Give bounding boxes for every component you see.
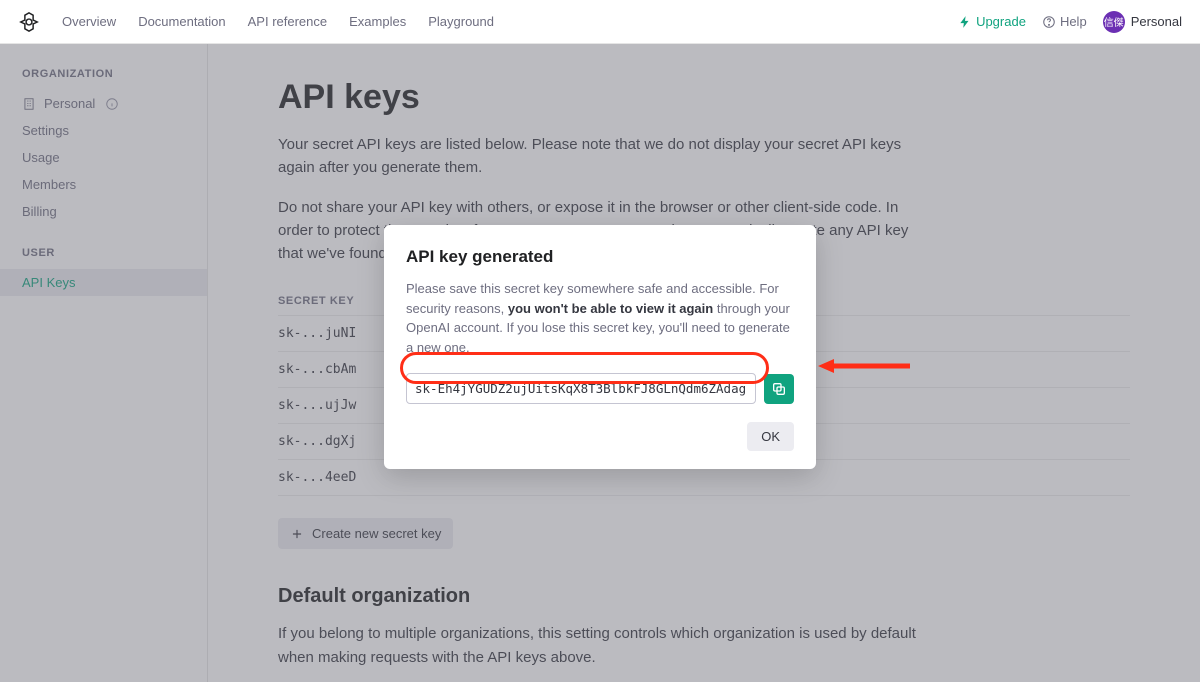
- copy-key-button[interactable]: [764, 374, 794, 404]
- nav-examples[interactable]: Examples: [349, 14, 406, 29]
- nav-documentation[interactable]: Documentation: [138, 14, 225, 29]
- generated-key-input[interactable]: [406, 373, 756, 404]
- openai-logo-icon: [18, 11, 40, 33]
- nav-playground[interactable]: Playground: [428, 14, 494, 29]
- help-icon: [1042, 15, 1056, 29]
- api-key-generated-modal: API key generated Please save this secre…: [384, 225, 816, 469]
- bolt-icon: [958, 15, 972, 29]
- nav-overview[interactable]: Overview: [62, 14, 116, 29]
- account-menu[interactable]: 信傑 Personal: [1103, 11, 1182, 33]
- copy-icon: [771, 381, 787, 397]
- modal-title: API key generated: [406, 247, 794, 267]
- help-link[interactable]: Help: [1042, 14, 1087, 29]
- nav-links: Overview Documentation API reference Exa…: [62, 14, 494, 29]
- avatar: 信傑: [1103, 11, 1125, 33]
- upgrade-link[interactable]: Upgrade: [958, 14, 1026, 29]
- top-nav: Overview Documentation API reference Exa…: [0, 0, 1200, 44]
- ok-button[interactable]: OK: [747, 422, 794, 451]
- nav-api-reference[interactable]: API reference: [248, 14, 328, 29]
- modal-body: Please save this secret key somewhere sa…: [406, 279, 794, 357]
